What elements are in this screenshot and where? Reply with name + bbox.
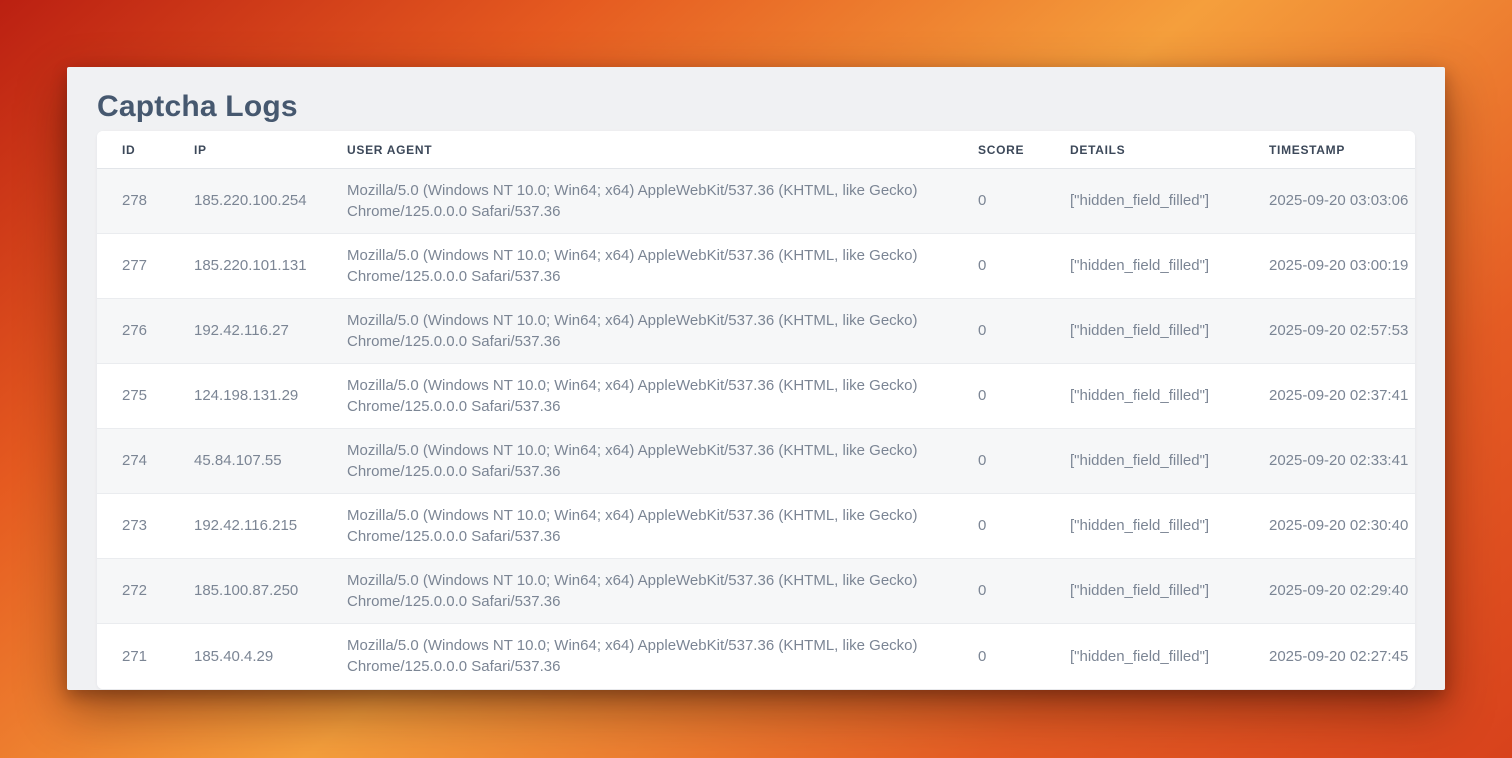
- cell-details: ["hidden_field_filled"]: [1070, 364, 1269, 429]
- table-row: 278185.220.100.254Mozilla/5.0 (Windows N…: [97, 169, 1415, 234]
- cell-score: 0: [978, 559, 1070, 624]
- cell-details: ["hidden_field_filled"]: [1070, 234, 1269, 299]
- page-title: Captcha Logs: [97, 83, 1415, 131]
- cell-id: 273: [97, 494, 194, 559]
- cell-timestamp: 2025-09-20 02:30:40: [1269, 494, 1415, 559]
- cell-timestamp: 2025-09-20 02:37:41: [1269, 364, 1415, 429]
- cell-ip: 124.198.131.29: [194, 364, 347, 429]
- table-row: 272185.100.87.250Mozilla/5.0 (Windows NT…: [97, 559, 1415, 624]
- cell-details: ["hidden_field_filled"]: [1070, 559, 1269, 624]
- cell-user-agent: Mozilla/5.0 (Windows NT 10.0; Win64; x64…: [347, 559, 978, 624]
- column-header-score: SCORE: [978, 131, 1070, 169]
- cell-user-agent: Mozilla/5.0 (Windows NT 10.0; Win64; x64…: [347, 234, 978, 299]
- page-background: { "page": { "title": "Captcha Logs" }, "…: [0, 0, 1512, 758]
- table-body: 278185.220.100.254Mozilla/5.0 (Windows N…: [97, 169, 1415, 689]
- cell-ip: 185.220.100.254: [194, 169, 347, 234]
- cell-id: 275: [97, 364, 194, 429]
- cell-id: 274: [97, 429, 194, 494]
- logs-table-container: ID IP USER AGENT SCORE DETAILS TIMESTAMP…: [97, 131, 1415, 689]
- cell-ip: 185.40.4.29: [194, 624, 347, 689]
- captcha-logs-table: ID IP USER AGENT SCORE DETAILS TIMESTAMP…: [97, 131, 1415, 689]
- captcha-logs-card: Captcha Logs ID IP USER AGENT SCORE DETA…: [67, 67, 1445, 690]
- cell-id: 271: [97, 624, 194, 689]
- cell-timestamp: 2025-09-20 02:27:45: [1269, 624, 1415, 689]
- cell-user-agent: Mozilla/5.0 (Windows NT 10.0; Win64; x64…: [347, 299, 978, 364]
- table-row: 271185.40.4.29Mozilla/5.0 (Windows NT 10…: [97, 624, 1415, 689]
- cell-id: 276: [97, 299, 194, 364]
- table-row: 275124.198.131.29Mozilla/5.0 (Windows NT…: [97, 364, 1415, 429]
- column-header-details: DETAILS: [1070, 131, 1269, 169]
- cell-score: 0: [978, 624, 1070, 689]
- cell-id: 277: [97, 234, 194, 299]
- cell-timestamp: 2025-09-20 03:00:19: [1269, 234, 1415, 299]
- cell-details: ["hidden_field_filled"]: [1070, 169, 1269, 234]
- cell-ip: 192.42.116.27: [194, 299, 347, 364]
- cell-user-agent: Mozilla/5.0 (Windows NT 10.0; Win64; x64…: [347, 429, 978, 494]
- cell-details: ["hidden_field_filled"]: [1070, 429, 1269, 494]
- cell-score: 0: [978, 169, 1070, 234]
- cell-timestamp: 2025-09-20 02:29:40: [1269, 559, 1415, 624]
- cell-ip: 185.220.101.131: [194, 234, 347, 299]
- cell-score: 0: [978, 234, 1070, 299]
- cell-id: 278: [97, 169, 194, 234]
- cell-ip: 45.84.107.55: [194, 429, 347, 494]
- table-row: 27445.84.107.55Mozilla/5.0 (Windows NT 1…: [97, 429, 1415, 494]
- column-header-id: ID: [97, 131, 194, 169]
- column-header-user-agent: USER AGENT: [347, 131, 978, 169]
- cell-details: ["hidden_field_filled"]: [1070, 299, 1269, 364]
- cell-user-agent: Mozilla/5.0 (Windows NT 10.0; Win64; x64…: [347, 364, 978, 429]
- cell-user-agent: Mozilla/5.0 (Windows NT 10.0; Win64; x64…: [347, 624, 978, 689]
- table-header: ID IP USER AGENT SCORE DETAILS TIMESTAMP: [97, 131, 1415, 169]
- table-row: 273192.42.116.215Mozilla/5.0 (Windows NT…: [97, 494, 1415, 559]
- cell-timestamp: 2025-09-20 02:33:41: [1269, 429, 1415, 494]
- column-header-ip: IP: [194, 131, 347, 169]
- cell-score: 0: [978, 429, 1070, 494]
- cell-ip: 185.100.87.250: [194, 559, 347, 624]
- cell-ip: 192.42.116.215: [194, 494, 347, 559]
- cell-details: ["hidden_field_filled"]: [1070, 624, 1269, 689]
- cell-user-agent: Mozilla/5.0 (Windows NT 10.0; Win64; x64…: [347, 169, 978, 234]
- cell-timestamp: 2025-09-20 03:03:06: [1269, 169, 1415, 234]
- table-row: 276192.42.116.27Mozilla/5.0 (Windows NT …: [97, 299, 1415, 364]
- cell-score: 0: [978, 494, 1070, 559]
- cell-score: 0: [978, 364, 1070, 429]
- table-row: 277185.220.101.131Mozilla/5.0 (Windows N…: [97, 234, 1415, 299]
- column-header-timestamp: TIMESTAMP: [1269, 131, 1415, 169]
- cell-details: ["hidden_field_filled"]: [1070, 494, 1269, 559]
- cell-id: 272: [97, 559, 194, 624]
- cell-score: 0: [978, 299, 1070, 364]
- cell-user-agent: Mozilla/5.0 (Windows NT 10.0; Win64; x64…: [347, 494, 978, 559]
- cell-timestamp: 2025-09-20 02:57:53: [1269, 299, 1415, 364]
